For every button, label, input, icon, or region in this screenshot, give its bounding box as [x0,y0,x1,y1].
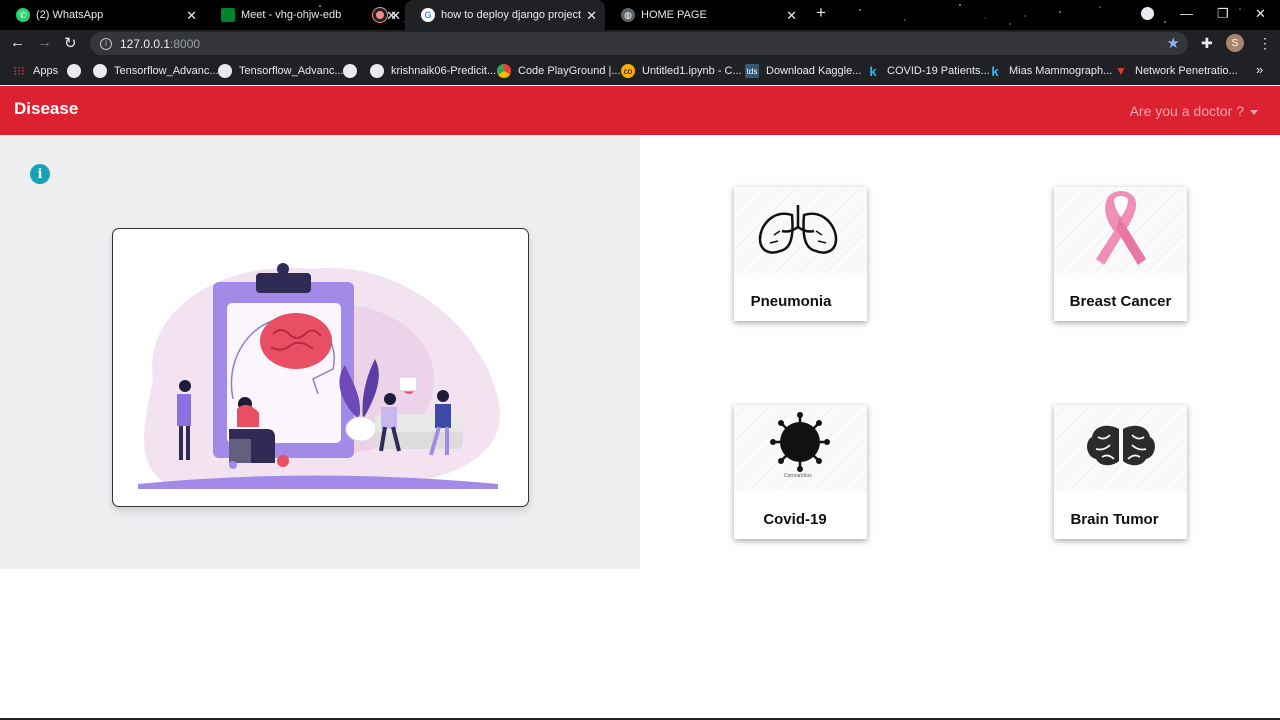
tab-google-search[interactable]: G how to deploy django project on ✕ [405,0,605,30]
card-label: Covid-19 [763,511,827,528]
kaggle-icon: k [991,63,999,79]
card-brain-tumor[interactable]: Brain Tumor [1054,405,1187,539]
bookmark-tensorflow-1[interactable]: Tensorflow_Advanc... [93,64,219,78]
card-covid-19[interactable]: CoronaVirus Covid-19 [734,405,867,539]
restore-icon[interactable]: ❐ [1217,6,1229,22]
close-window-icon[interactable]: ✕ [1255,6,1266,22]
site-navbar: Disease Are you a doctor ? [0,86,1280,135]
pink-ribbon-icon [1096,191,1146,265]
brain-health-illustration [138,263,501,489]
tab-search-icon[interactable] [1141,7,1154,20]
tab-title: how to deploy django project on [441,9,581,21]
close-tab-icon[interactable]: ✕ [786,8,797,24]
caret-down-icon [1250,109,1258,115]
doctor-dropdown-label: Are you a doctor ? [1129,103,1244,119]
more-bookmarks-label: » [1256,62,1264,77]
google-icon: G [421,8,435,22]
browser-tabstrip: ✆ (2) WhatsApp ✕ Meet - vhg-ohjw-edb ✕ ✕… [0,0,1280,30]
more-bookmarks-button[interactable]: » [1256,62,1263,77]
url-port: :8000 [170,36,201,51]
colab-icon: co [621,64,635,78]
tab-recording[interactable]: ✕ [357,0,405,30]
bookmark-label: Tensorflow_Advanc... [114,65,219,77]
bookmark-globe[interactable] [67,64,88,78]
address-bar[interactable]: i 127.0.0.1:8000 ★ [90,32,1188,55]
meet-icon [221,8,235,22]
bookmark-label: Untitled1.ipynb - C... [642,65,742,77]
close-tab-icon[interactable]: ✕ [186,8,197,24]
info-icon[interactable]: i [30,164,50,184]
card-image [1054,405,1187,491]
card-label: Brain Tumor [1070,511,1159,528]
minimize-icon[interactable]: — [1180,6,1193,21]
kaggle-icon: k [869,63,877,79]
card-label: Breast Cancer [1069,293,1172,310]
tab-home-page[interactable]: ◍ HOME PAGE ✕ [605,0,805,30]
tab-whatsapp[interactable]: ✆ (2) WhatsApp ✕ [0,0,205,30]
globe-icon [67,64,81,78]
brand-logo[interactable]: Disease [14,99,78,119]
bookmarks-bar: ⁝⁝⁝ Apps Tensorflow_Advanc... Tensorflow… [0,57,1280,85]
bookmark-star-icon[interactable]: ★ [1167,34,1180,52]
menu-kebab-icon[interactable]: ⋮ [1258,35,1272,52]
github-icon [370,64,384,78]
bookmark-label: Code PlayGround |... [518,65,621,77]
bookmark-covid-patients[interactable]: k COVID-19 Patients... [866,63,990,79]
bookmark-network[interactable]: ▼ Network Penetratio... [1114,64,1238,78]
profile-avatar[interactable]: S [1226,34,1244,52]
close-tab-icon[interactable]: ✕ [390,8,401,24]
card-label: Pneumonia [750,293,832,310]
card-image: CoronaVirus [734,405,867,491]
whatsapp-icon: ✆ [16,8,30,22]
card-image [1054,187,1187,273]
tab-title: (2) WhatsApp [36,9,104,21]
bookmark-label: Tensorflow_Advanc... [239,65,344,77]
github-icon [93,64,107,78]
card-breast-cancer[interactable]: Breast Cancer [1054,187,1187,321]
card-pneumonia[interactable]: Pneumonia [734,187,867,321]
bookmark-code-playground[interactable]: Code PlayGround |... [497,64,621,78]
back-arrow-icon[interactable]: ← [10,34,25,51]
browser-toolbar: ← → ↻ i 127.0.0.1:8000 ★ ✚ S ⋮ [0,30,1280,57]
bookmark-krishnaik[interactable]: krishnaik06-Predicit... [370,64,496,78]
bookmark-tensorflow-2[interactable]: Tensorflow_Advanc... [218,64,344,78]
github-icon [218,64,232,78]
brain-icon [1087,425,1155,466]
bookmark-kaggle-download[interactable]: tds Download Kaggle... [745,64,861,78]
recording-icon [373,8,387,22]
tds-icon: tds [745,64,759,78]
tab-title: HOME PAGE [641,9,707,21]
bookmark-label: Network Penetratio... [1135,65,1238,77]
site-info-icon[interactable]: i [100,37,112,50]
bookmark-apps[interactable]: ⁝⁝⁝ Apps [12,64,58,78]
bookmark-label: krishnaik06-Predicit... [391,65,497,77]
card-image [734,187,867,273]
new-tab-button[interactable]: + [816,3,826,23]
reload-icon[interactable]: ↻ [64,34,77,52]
bookmark-label: Apps [33,65,59,77]
doctor-dropdown[interactable]: Are you a doctor ? [1130,103,1258,119]
chrome-icon [497,64,511,78]
network-icon: ▼ [1115,64,1127,78]
bookmark-label: Download Kaggle... [766,65,862,77]
forward-arrow-icon[interactable]: → [37,34,52,51]
globe-icon: ◍ [621,8,635,22]
hero-illustration-card [112,228,529,507]
coronavirus-caption: CoronaVirus [784,473,812,479]
bookmark-mias[interactable]: k Mias Mammograph... [988,63,1113,79]
bookmark-globe-2[interactable] [343,64,364,78]
apps-grid-icon: ⁝⁝⁝ [13,64,25,78]
extensions-puzzle-icon[interactable]: ✚ [1201,35,1213,52]
close-tab-icon[interactable]: ✕ [586,8,597,24]
lungs-icon [758,205,838,254]
bookmark-label: Mias Mammograph... [1009,65,1113,77]
bookmark-label: COVID-19 Patients... [887,65,990,77]
url-host: 127.0.0.1 [120,36,171,51]
bookmark-colab[interactable]: co Untitled1.ipynb - C... [621,64,742,78]
globe-icon [343,64,357,78]
